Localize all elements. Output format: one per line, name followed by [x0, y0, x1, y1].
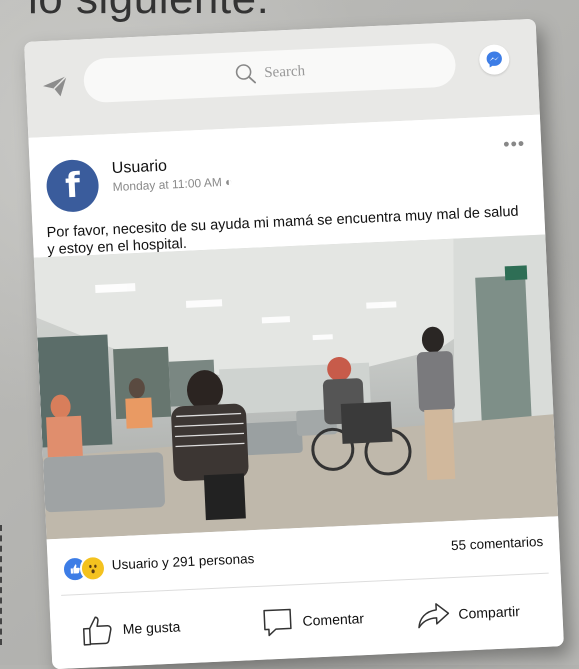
comments-count[interactable]: 55 comentarios — [451, 534, 544, 553]
timestamp-text: Monday at 11:00 AM — [112, 175, 223, 195]
share-icon — [418, 603, 450, 629]
post-photo[interactable] — [33, 234, 559, 540]
like-icon — [82, 616, 112, 646]
search-placeholder: Search — [263, 62, 306, 81]
search-icon — [235, 64, 256, 84]
hospital-waiting-room-image — [33, 234, 559, 540]
post-menu-button[interactable]: ••• — [503, 133, 526, 155]
wow-reaction-icon[interactable] — [79, 554, 107, 582]
post-author[interactable]: Usuario — [111, 158, 167, 178]
post-header: f Usuario Monday at 11:00 AM ◐ ••• Por f… — [28, 114, 546, 258]
globe-icon: ◐ — [224, 174, 233, 189]
comment-label: Comentar — [302, 610, 365, 629]
send-icon[interactable] — [42, 74, 69, 99]
search-input[interactable]: Search — [82, 42, 457, 104]
share-button[interactable]: Compartir — [416, 594, 521, 633]
comment-button[interactable]: Comentar — [260, 601, 365, 640]
comment-icon — [263, 608, 292, 637]
post-timestamp[interactable]: Monday at 11:00 AM ◐ — [112, 175, 232, 194]
like-label: Me gusta — [122, 618, 181, 638]
like-button[interactable]: Me gusta — [80, 609, 181, 647]
exit-sign — [504, 265, 528, 281]
facebook-post-mockup: Search f Usuario Monday at 11:00 AM ◐ ••… — [24, 18, 564, 669]
share-label: Compartir — [458, 603, 521, 622]
reaction-summary[interactable]: Usuario y 291 personas — [111, 551, 254, 572]
article-heading: lo siguiente: — [28, 0, 269, 24]
dashed-border — [0, 525, 4, 645]
facebook-logo[interactable]: f — [45, 158, 100, 214]
messenger-icon[interactable] — [478, 43, 510, 76]
